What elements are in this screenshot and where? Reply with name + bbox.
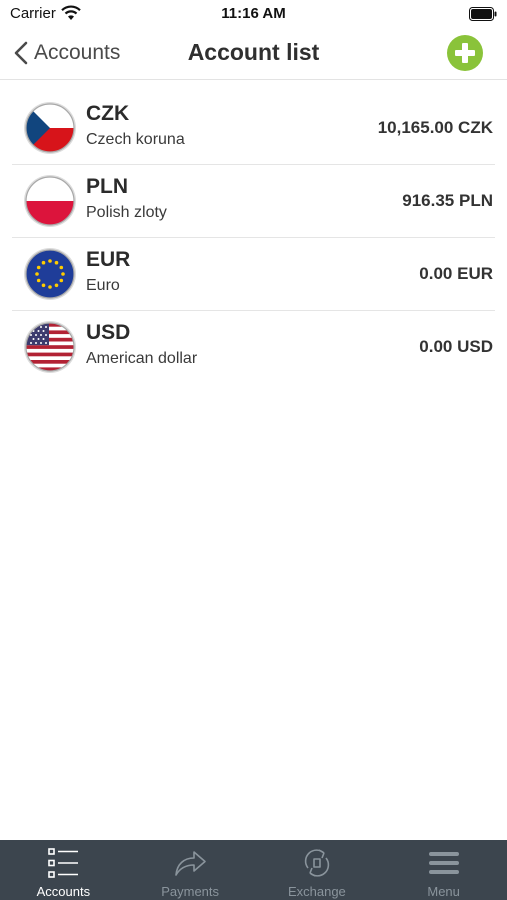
account-balance: 0.00 USD	[419, 337, 493, 356]
add-account-button[interactable]	[447, 35, 483, 71]
tab-bar: Accounts Payments Exchange Menu	[0, 840, 507, 900]
tab-payments[interactable]: Payments	[127, 840, 254, 900]
account-balance: 916.35 PLN	[402, 191, 493, 210]
tab-label: Menu	[427, 884, 460, 899]
polish-flag-icon	[24, 175, 76, 227]
tab-exchange[interactable]: Exchange	[254, 840, 381, 900]
account-balance: 10,165.00 CZK	[377, 118, 493, 137]
chevron-left-icon	[14, 41, 28, 65]
account-code: CZK	[86, 102, 130, 125]
account-list: CZK Czech koruna 10,165.00 CZK PLN Polis…	[0, 92, 507, 384]
back-button-label: Accounts	[34, 41, 121, 64]
account-currency-name: Polish zloty	[86, 204, 167, 221]
navigation-bar: Accounts Account list	[0, 28, 507, 80]
eu-flag-icon	[24, 248, 76, 300]
account-currency-name: American dollar	[86, 350, 198, 367]
account-code: PLN	[86, 175, 128, 198]
account-code: USD	[86, 321, 131, 344]
hamburger-menu-icon	[428, 852, 459, 874]
us-flag-icon	[24, 321, 76, 373]
battery-icon	[469, 7, 497, 21]
status-bar: Carrier 11:16 AM	[0, 0, 507, 28]
tab-label: Exchange	[287, 884, 346, 899]
account-row-usd[interactable]: USD American dollar 0.00 USD	[0, 311, 507, 384]
czech-flag-icon	[24, 102, 76, 154]
account-row-eur[interactable]: EUR Euro 0.00 EUR	[0, 238, 507, 311]
account-row-czk[interactable]: CZK Czech koruna 10,165.00 CZK	[0, 92, 507, 165]
tab-label: Accounts	[36, 884, 91, 899]
share-arrow-icon	[175, 851, 206, 876]
tab-accounts[interactable]: Accounts	[0, 840, 127, 900]
account-row-pln[interactable]: PLN Polish zloty 916.35 PLN	[0, 165, 507, 238]
tab-label: Payments	[161, 884, 220, 899]
account-balance: 0.00 EUR	[419, 264, 493, 283]
exchange-icon	[304, 849, 330, 877]
back-button[interactable]: Accounts	[14, 38, 120, 68]
status-time: 11:16 AM	[221, 5, 286, 22]
list-icon	[48, 848, 79, 878]
account-code: EUR	[86, 248, 131, 271]
account-currency-name: Euro	[86, 277, 120, 294]
account-currency-name: Czech koruna	[86, 131, 185, 148]
tab-menu[interactable]: Menu	[380, 840, 507, 900]
